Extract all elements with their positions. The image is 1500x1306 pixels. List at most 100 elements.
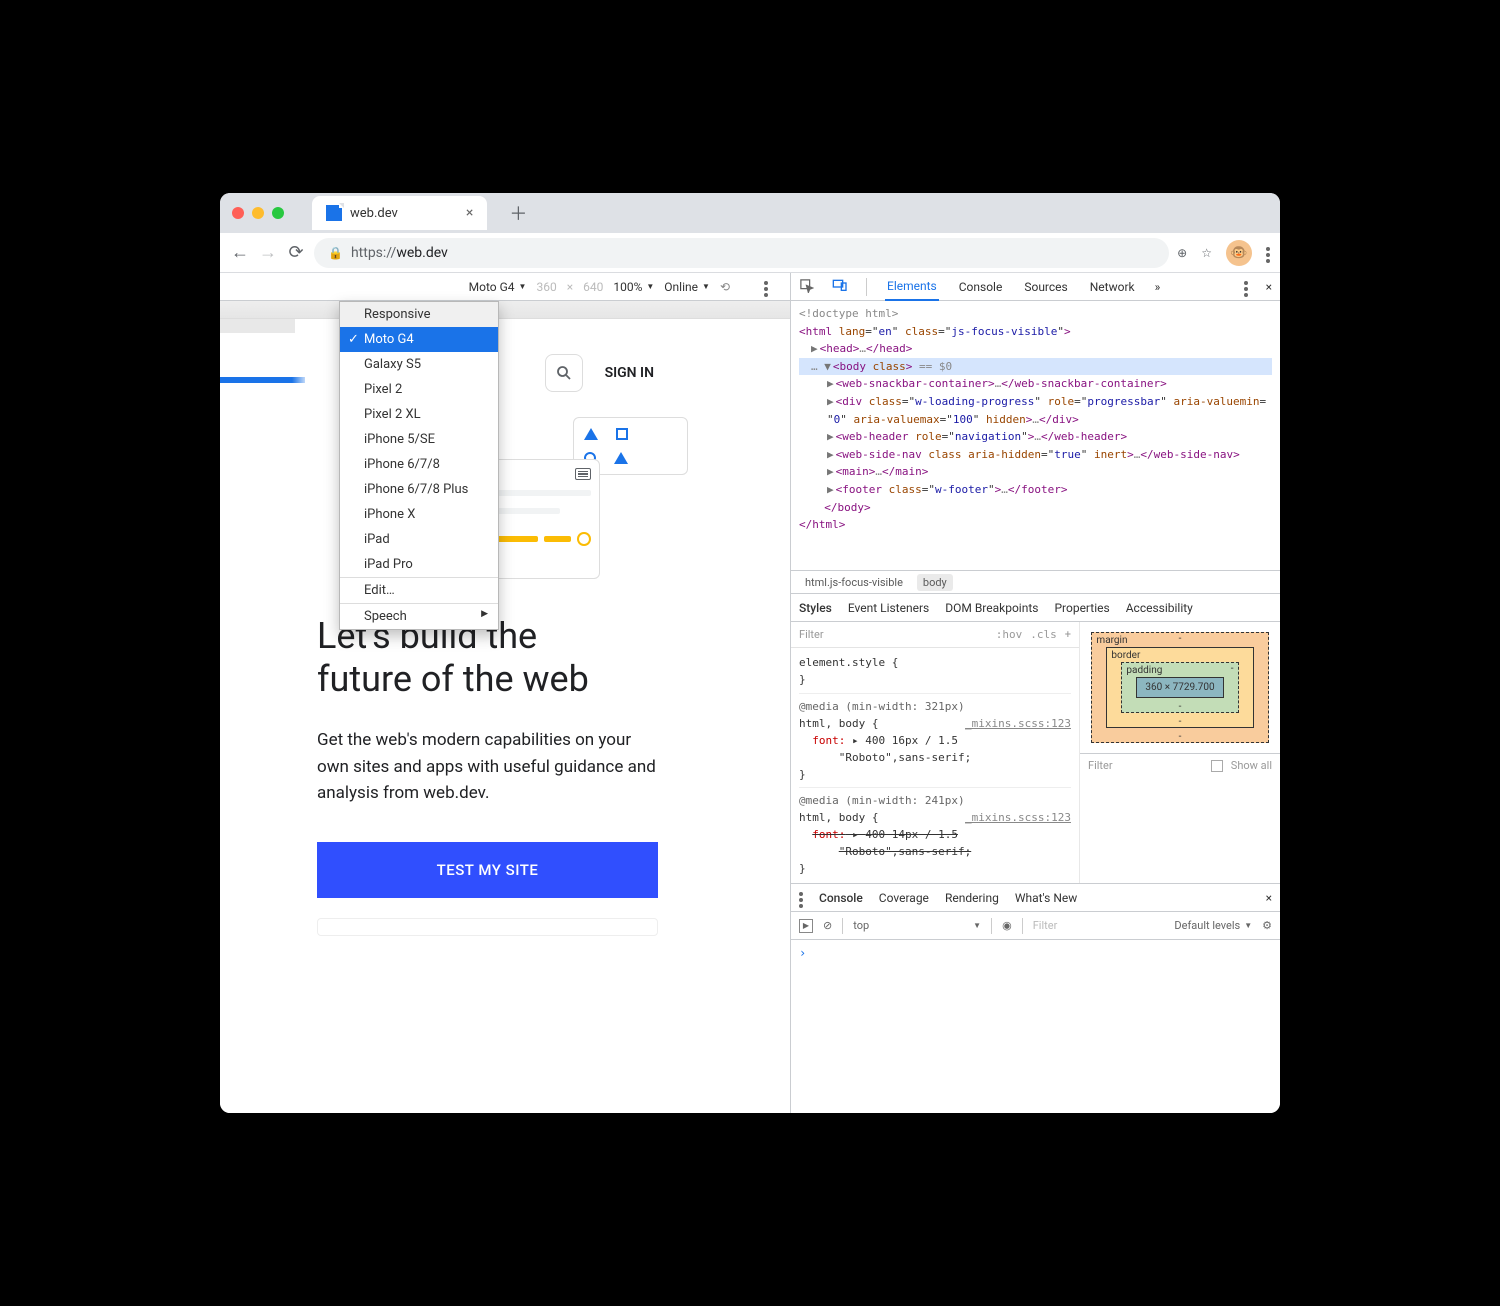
dd-speech[interactable]: Speech	[340, 604, 498, 629]
search-icon[interactable]	[545, 354, 583, 392]
width-input[interactable]: 360	[536, 280, 556, 294]
device-select[interactable]: Moto G4 ▼	[469, 280, 527, 294]
tab-favicon	[326, 205, 342, 221]
tab-properties[interactable]: Properties	[1054, 601, 1109, 615]
styles-rules[interactable]: element.style { } @media (min-width: 321…	[791, 648, 1079, 883]
eye-icon[interactable]: ◉	[1002, 919, 1012, 932]
drawer-tab-rendering[interactable]: Rendering	[945, 891, 999, 905]
triangle-icon	[584, 428, 598, 440]
dd-device[interactable]: Pixel 2 XL	[340, 402, 498, 427]
profile-avatar[interactable]: 🐵	[1226, 240, 1252, 266]
tab-console[interactable]: Console	[957, 274, 1005, 300]
console-play-icon[interactable]: ▶	[799, 919, 813, 933]
console-settings-icon[interactable]: ⚙	[1262, 919, 1272, 932]
console-filter-input[interactable]: Filter	[1033, 919, 1165, 932]
drawer-tab-coverage[interactable]: Coverage	[879, 891, 929, 905]
breadcrumb: html.js-focus-visible body	[791, 570, 1280, 594]
computed-filter-input[interactable]: Filter	[1088, 759, 1203, 772]
add-rule-icon[interactable]: +	[1065, 628, 1071, 641]
dd-device[interactable]: Galaxy S5	[340, 352, 498, 377]
styles-tabstrip: Styles Event Listeners DOM Breakpoints P…	[791, 594, 1280, 622]
minimize-window-button[interactable]	[252, 207, 264, 219]
clear-console-icon[interactable]: ⊘	[823, 919, 832, 932]
maximize-window-button[interactable]	[272, 207, 284, 219]
zoom-select[interactable]: 100% ▼	[613, 280, 654, 294]
install-icon[interactable]: ⊕	[1177, 246, 1187, 260]
context-select[interactable]: top	[853, 919, 873, 932]
url-bar: ← → ⟳ 🔒 https://web.dev ⊕ ☆ 🐵	[220, 233, 1280, 273]
device-mode-icon[interactable]	[832, 278, 848, 295]
new-tab-button[interactable]: ＋	[509, 200, 527, 226]
showall-label: Show all	[1231, 759, 1272, 772]
dd-device[interactable]: iPhone X	[340, 502, 498, 527]
dd-device[interactable]: iPhone 6/7/8	[340, 452, 498, 477]
styles-filter-input[interactable]: Filter	[799, 628, 988, 641]
crumb[interactable]: html.js-focus-visible	[799, 574, 909, 591]
circle-icon	[577, 532, 591, 546]
back-button[interactable]: ←	[230, 242, 250, 263]
dd-edit[interactable]: Edit…	[340, 578, 498, 603]
console-drawer: Console Coverage Rendering What's New × …	[791, 883, 1280, 1113]
tab-elements[interactable]: Elements	[885, 273, 939, 301]
levels-select[interactable]: Default levels ▼	[1174, 919, 1252, 932]
rotate-icon[interactable]: ⟲	[720, 280, 730, 294]
device-dropdown: Responsive Moto G4 Galaxy S5 Pixel 2 Pix…	[339, 301, 499, 630]
showall-checkbox[interactable]	[1211, 760, 1223, 772]
dd-responsive[interactable]: Responsive	[340, 302, 498, 327]
drawer-tab-console[interactable]: Console	[819, 891, 863, 905]
tab-dom-breakpoints[interactable]: DOM Breakpoints	[945, 601, 1038, 615]
drawer-menu-icon[interactable]	[799, 891, 803, 905]
forward-button[interactable]: →	[258, 242, 278, 263]
device-stage: SIGN IN	[220, 301, 790, 1113]
hov-toggle[interactable]: :hov	[996, 628, 1023, 641]
test-my-site-button[interactable]: TEST MY SITE	[317, 842, 658, 898]
dd-device[interactable]: iPad Pro	[340, 552, 498, 577]
dd-device[interactable]: Moto G4	[340, 327, 498, 352]
dd-device[interactable]: iPhone 5/SE	[340, 427, 498, 452]
console-body[interactable]: ›	[791, 940, 1280, 1113]
browser-tab[interactable]: web.dev ×	[312, 196, 487, 230]
devtools-panel: Elements Console Sources Network » × <!d…	[790, 273, 1280, 1113]
crumb[interactable]: body	[917, 574, 953, 591]
dd-device[interactable]: Pixel 2	[340, 377, 498, 402]
dd-device[interactable]: iPad	[340, 527, 498, 552]
more-tabs-icon[interactable]: »	[1155, 280, 1161, 294]
square-icon	[616, 428, 628, 440]
reload-button[interactable]: ⟳	[286, 242, 306, 263]
bookmark-icon[interactable]: ☆	[1201, 246, 1212, 260]
dimension-separator: ×	[567, 280, 573, 294]
devtools-tabstrip: Elements Console Sources Network » ×	[791, 273, 1280, 301]
signin-button[interactable]: SIGN IN	[605, 365, 654, 381]
console-prompt: ›	[799, 946, 806, 960]
tab-title: web.dev	[350, 206, 398, 221]
browser-window: web.dev × ＋ ← → ⟳ 🔒 https://web.dev ⊕ ☆ …	[220, 193, 1280, 1113]
close-devtools-icon[interactable]: ×	[1266, 280, 1272, 294]
dd-device[interactable]: iPhone 6/7/8 Plus	[340, 477, 498, 502]
height-input[interactable]: 640	[583, 280, 603, 294]
cls-toggle[interactable]: .cls	[1030, 628, 1057, 641]
box-model[interactable]: margin- border padding- 360 × 7729.700 -…	[1080, 622, 1280, 753]
tab-accessibility[interactable]: Accessibility	[1126, 601, 1193, 615]
address-field[interactable]: 🔒 https://web.dev	[314, 238, 1169, 268]
tab-sources[interactable]: Sources	[1022, 274, 1069, 300]
chrome-menu-icon[interactable]	[1266, 246, 1270, 260]
close-window-button[interactable]	[232, 207, 244, 219]
hero-text: Let's build thefuture of the web Get the…	[305, 615, 670, 936]
device-toolbar-menu-icon[interactable]	[764, 280, 768, 294]
devtools-menu-icon[interactable]	[1244, 280, 1248, 294]
triangle-icon	[614, 452, 628, 464]
hero-paragraph: Get the web's modern capabilities on you…	[317, 727, 658, 806]
inspect-icon[interactable]	[799, 278, 814, 296]
elements-tree[interactable]: <!doctype html> <html lang="en" class="j…	[791, 301, 1280, 570]
device-toolbar: Moto G4 ▼ 360 × 640 100% ▼ Online ▼ ⟲ Re…	[220, 273, 790, 301]
drawer-tab-whatsnew[interactable]: What's New	[1015, 891, 1077, 905]
tab-event-listeners[interactable]: Event Listeners	[848, 601, 929, 615]
lock-icon: 🔒	[328, 246, 343, 260]
tab-styles[interactable]: Styles	[799, 601, 832, 615]
close-drawer-icon[interactable]: ×	[1266, 891, 1272, 905]
close-tab-icon[interactable]: ×	[466, 205, 473, 221]
throttling-select[interactable]: Online ▼	[664, 280, 710, 294]
url-text: https://web.dev	[351, 245, 448, 261]
tab-network[interactable]: Network	[1088, 274, 1137, 300]
mac-titlebar: web.dev × ＋	[220, 193, 1280, 233]
